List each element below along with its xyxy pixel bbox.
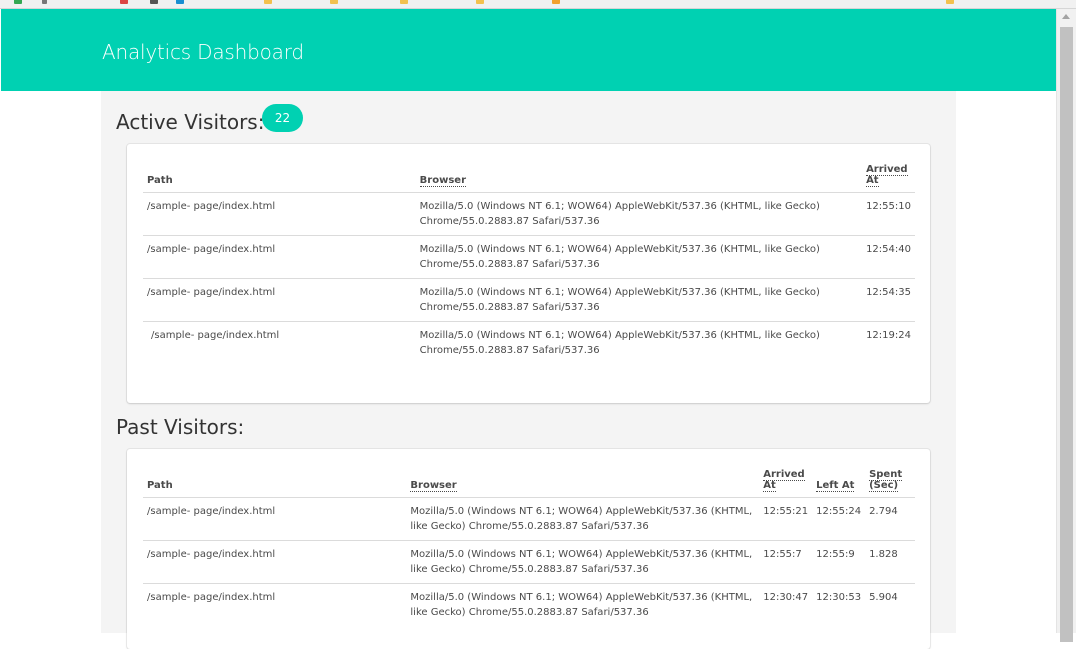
arrived-cell: 12:55:7 (759, 540, 813, 584)
folder-icon[interactable] (264, 0, 272, 4)
table-row: /sample- page/index.html Mozilla/5.0 (Wi… (143, 278, 915, 322)
path-cell: /sample- page/index.html (143, 278, 416, 322)
browser-cell: Mozilla/5.0 (Windows NT 6.1; WOW64) Appl… (410, 592, 753, 618)
past-visitors-card: Path Browser Arrived At Left At Spent (S… (127, 449, 930, 649)
browser-cell: Mozilla/5.0 (Windows NT 6.1; WOW64) Appl… (406, 497, 760, 541)
left-cell: 12:55:24 (812, 497, 866, 541)
arrived-cell: 12:55:21 (759, 497, 813, 541)
folder-icon[interactable] (946, 0, 954, 4)
spent-cell: 5.904 (869, 592, 898, 603)
active-visitors-count-badge: 22 (262, 104, 303, 132)
browser-cell: Mozilla/5.0 (Windows NT 6.1; WOW64) Appl… (415, 235, 863, 279)
browser-cell: Mozilla/5.0 (Windows NT 6.1; WOW64) Appl… (406, 540, 760, 584)
browser-cell: Mozilla/5.0 (Windows NT 6.1; WOW64) Appl… (415, 192, 863, 236)
column-header-browser: Browser (415, 164, 863, 193)
column-header-browser: Browser (406, 469, 760, 498)
table-row: /sample- page/index.html Mozilla/5.0 (Wi… (143, 497, 915, 541)
table-row: /sample- page/index.html Mozilla/5.0 (Wi… (143, 322, 915, 365)
folder-icon[interactable] (330, 0, 338, 4)
table-header-row: Path Browser Arrived At (143, 164, 915, 193)
main-content: Active Visitors: 22 Path Browser Arrived… (101, 91, 956, 649)
past-visitors-table: Path Browser Arrived At Left At Spent (S… (143, 469, 915, 626)
left-header-label: Left At (816, 480, 855, 492)
table-row: /sample- page/index.html Mozilla/5.0 (Wi… (143, 235, 915, 279)
bookmark-icon[interactable] (14, 0, 22, 4)
browser-header-label: Browser (419, 175, 466, 187)
table-row: /sample- page/index.html Mozilla/5.0 (Wi… (143, 540, 915, 584)
spent-cell: 2.794 (865, 497, 915, 541)
arrived-header-label: Arrived At (763, 469, 805, 492)
path-cell: /sample- page/index.html (143, 540, 407, 584)
top-navbar: Analytics Dashboard (1, 9, 1056, 91)
arrived-cell: 12:30:47 (763, 592, 809, 603)
scroll-up-arrow-icon[interactable] (1062, 14, 1070, 19)
column-header-arrived-at: Arrived At (759, 469, 813, 498)
bookmark-icon[interactable] (150, 0, 158, 4)
left-cell: 12:30:53 (816, 592, 862, 603)
arrived-cell: 12:55:10 (862, 192, 915, 236)
active-visitors-heading: Active Visitors: (116, 110, 265, 134)
browser-cell: Mozilla/5.0 (Windows NT 6.1; WOW64) Appl… (419, 330, 820, 356)
path-cell: /sample- page/index.html (151, 330, 280, 341)
bookmark-icon[interactable] (552, 0, 560, 4)
column-header-left-at: Left At (812, 469, 866, 498)
bookmark-icon[interactable] (42, 0, 47, 4)
scrollbar-thumb[interactable] (1060, 27, 1073, 642)
active-visitors-card: Path Browser Arrived At /sample- page/in… (127, 144, 930, 403)
table-row: /sample- page/index.html Mozilla/5.0 (Wi… (143, 584, 915, 627)
folder-icon[interactable] (476, 0, 484, 4)
bookmark-icon[interactable] (120, 0, 128, 4)
browser-header-label: Browser (410, 480, 457, 492)
arrived-cell: 12:54:35 (862, 278, 915, 322)
table-header-row: Path Browser Arrived At Left At Spent (S… (143, 469, 915, 498)
folder-icon[interactable] (400, 0, 408, 4)
column-header-arrived-at: Arrived At (862, 164, 915, 193)
column-header-spent: Spent (Sec) (865, 469, 915, 498)
arrived-cell: 12:54:40 (862, 235, 915, 279)
path-cell: /sample- page/index.html (147, 592, 276, 603)
spent-header-label: Spent (Sec) (869, 469, 903, 492)
spent-cell: 1.828 (865, 540, 915, 584)
left-cell: 12:55:9 (812, 540, 866, 584)
column-header-path: Path (143, 469, 407, 498)
app-title[interactable]: Analytics Dashboard (102, 40, 304, 64)
path-cell: /sample- page/index.html (143, 235, 416, 279)
arrived-header-label: Arrived At (866, 164, 908, 187)
active-visitors-table: Path Browser Arrived At /sample- page/in… (143, 164, 915, 364)
path-cell: /sample- page/index.html (143, 192, 416, 236)
arrived-cell: 12:19:24 (866, 330, 911, 341)
path-cell: /sample- page/index.html (143, 497, 407, 541)
past-visitors-heading: Past Visitors: (116, 415, 245, 439)
table-row: /sample- page/index.html Mozilla/5.0 (Wi… (143, 192, 915, 236)
browser-cell: Mozilla/5.0 (Windows NT 6.1; WOW64) Appl… (415, 278, 863, 322)
column-header-path: Path (143, 164, 416, 193)
bookmark-icon[interactable] (176, 0, 184, 4)
vertical-scrollbar[interactable] (1056, 9, 1076, 642)
browser-bookmarks-bar (0, 0, 1076, 9)
